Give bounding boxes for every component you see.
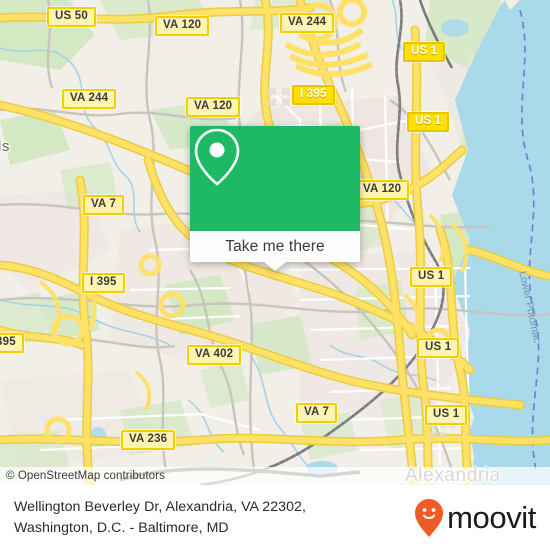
map-attribution: © OpenStreetMap contributors <box>0 467 550 485</box>
take-me-there-button[interactable]: Take me there <box>190 231 360 271</box>
road-shield: I 395 <box>82 273 125 293</box>
road-shield: I 395 <box>292 85 335 105</box>
road-shield: VA 402 <box>187 345 242 365</box>
road-shield: VA 120 <box>355 180 410 200</box>
moovit-wordmark: moovit <box>447 500 536 535</box>
road-shield: US 50 <box>47 7 96 27</box>
map-pin-icon <box>194 128 240 186</box>
road-shield: VA 120 <box>155 16 210 36</box>
address-line-2: Washington, D.C. - Baltimore, MD <box>14 519 229 536</box>
road-shield: VA 236 <box>121 430 176 450</box>
road-shield: VA 120 <box>186 97 241 117</box>
attribution-text: © OpenStreetMap contributors <box>6 470 165 482</box>
location-popup-card[interactable]: Take me there <box>190 126 360 271</box>
city-label: ls <box>0 138 11 155</box>
road-shield: US 1 <box>410 267 453 287</box>
take-me-there-label: Take me there <box>225 237 325 255</box>
address-line-1: Wellington Beverley Dr, Alexandria, VA 2… <box>14 498 306 515</box>
road-shield: US 1 <box>407 112 450 132</box>
address-block: Wellington Beverley Dr, Alexandria, VA 2… <box>14 497 306 539</box>
footer-bar: Wellington Beverley Dr, Alexandria, VA 2… <box>0 485 550 550</box>
road-shield: US 1 <box>425 405 468 425</box>
moovit-logo[interactable]: moovit <box>414 498 536 538</box>
road-shield: VA 244 <box>62 89 117 109</box>
road-shield: US 1 <box>417 338 460 358</box>
card-header <box>190 126 360 231</box>
map-canvas[interactable]: US 50 VA 120 VA 244 US 1 VA 244 VA 120 I 395 US… <box>0 0 550 485</box>
road-shield: VA 7 <box>296 403 338 423</box>
road-shield: VA 244 <box>280 13 335 33</box>
road-shield: 395 <box>0 333 24 353</box>
moovit-pin-smiley-icon <box>415 498 444 537</box>
road-shield: VA 7 <box>83 195 125 215</box>
card-pointer-tail <box>264 262 286 271</box>
screenshot-root: US 50 VA 120 VA 244 US 1 VA 244 VA 120 I 395 US… <box>0 0 550 550</box>
road-shield: US 1 <box>403 42 446 62</box>
